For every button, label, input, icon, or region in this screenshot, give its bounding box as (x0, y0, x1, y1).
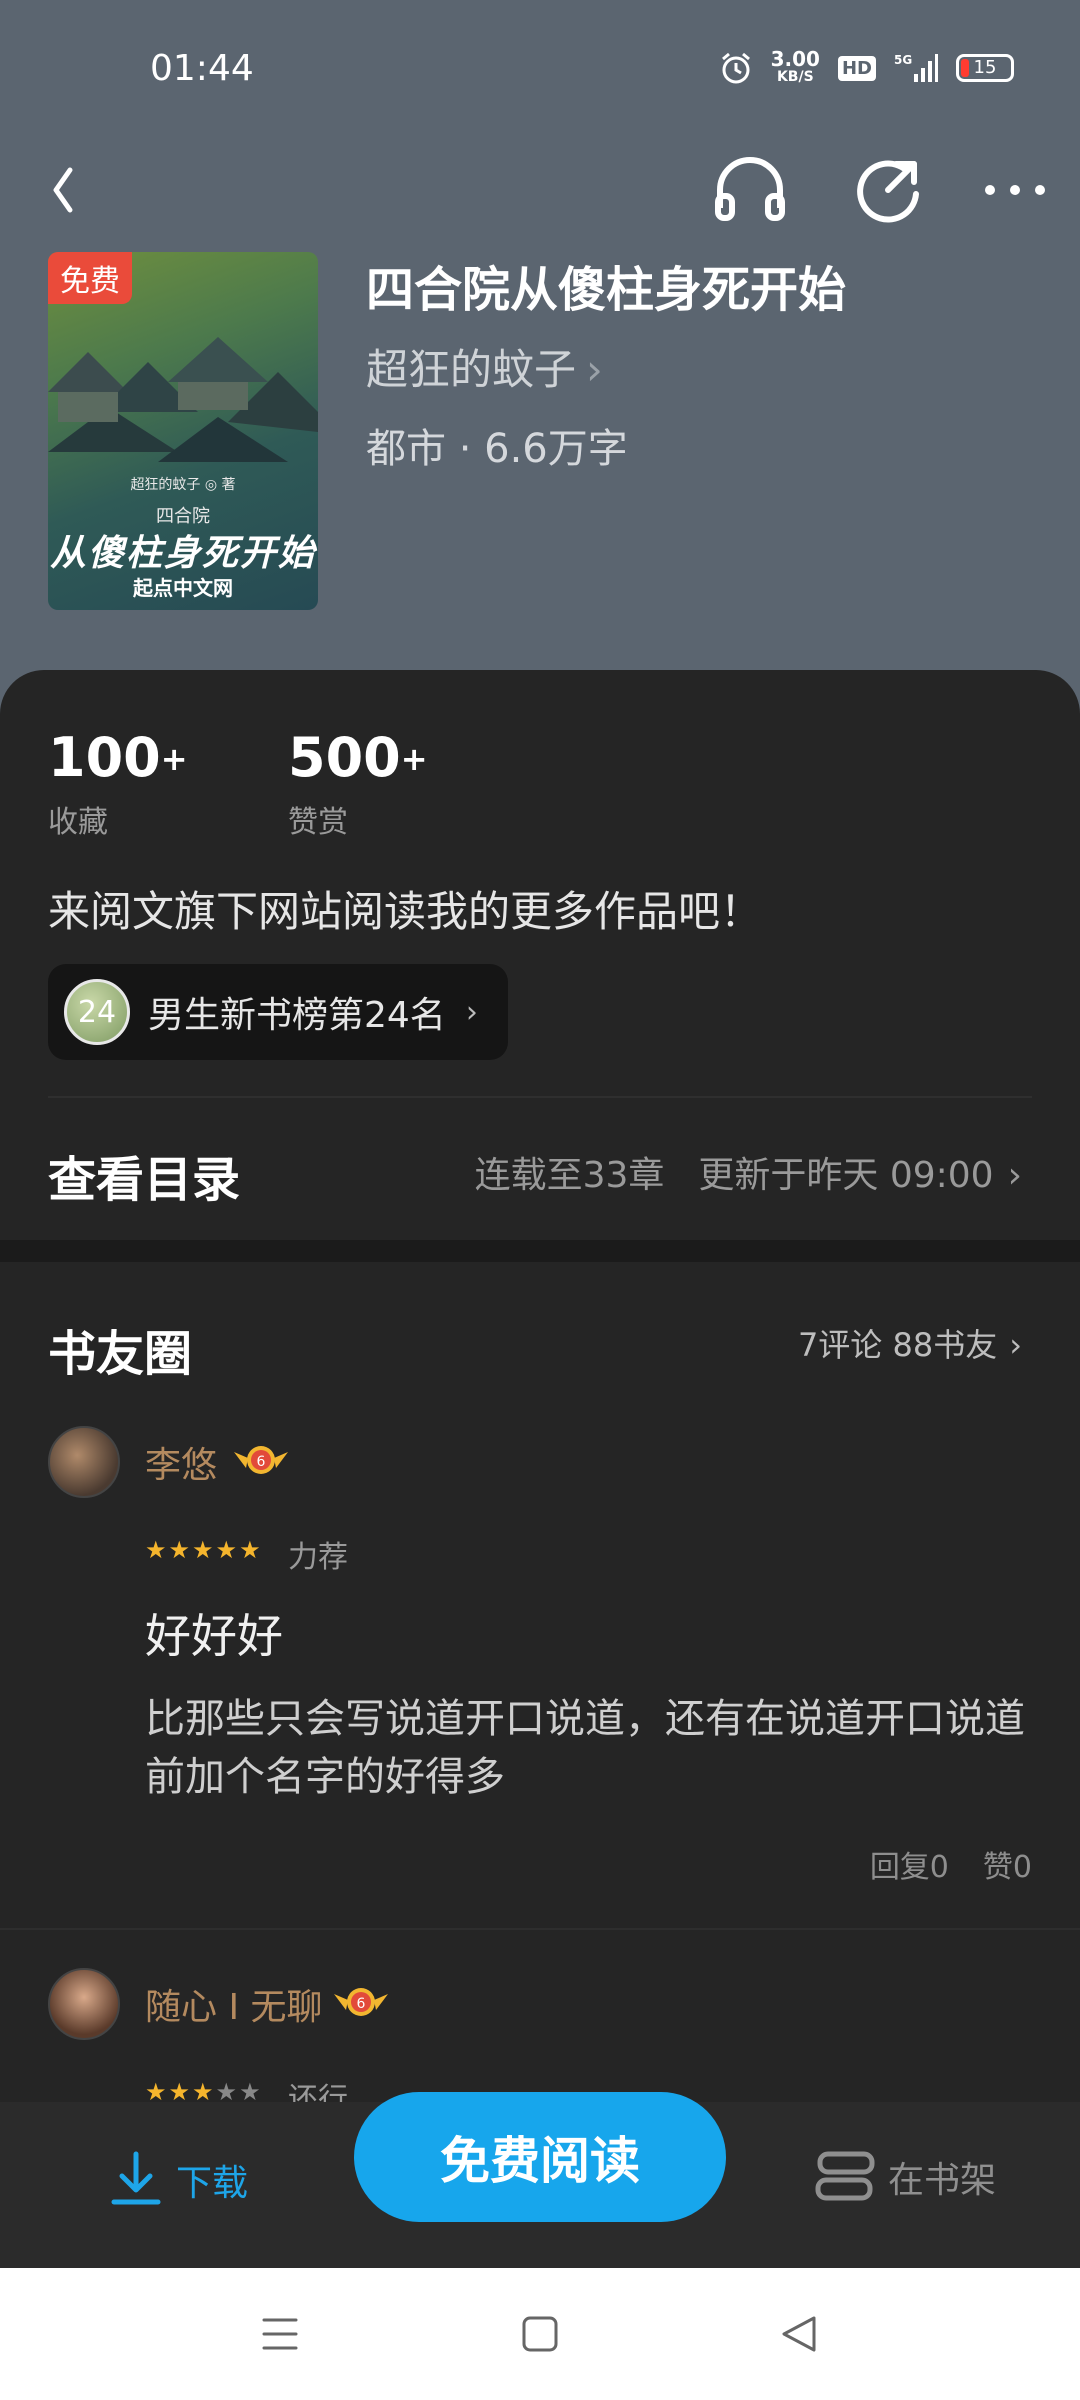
avatar[interactable] (48, 1426, 120, 1498)
toc-info[interactable]: 连载至33章 更新于昨天 09:00 › (441, 1146, 1022, 1198)
author-link[interactable]: 超狂的蚊子 › (366, 336, 603, 397)
level-badge-icon: 6 (234, 1446, 288, 1474)
bottom-action-bar: 下载 免费阅读 在书架 (0, 2092, 1080, 2268)
hd-icon: HD (837, 55, 876, 81)
bookshelf-button[interactable]: 在书架 (814, 2150, 996, 2204)
menu-icon[interactable] (250, 2308, 310, 2360)
reply-button[interactable]: 回复0 (870, 1850, 949, 1885)
network-speed: 3.00 KB/S (770, 47, 820, 85)
book-meta: 都市 · 6.6万字 (366, 426, 628, 472)
chevron-right-icon: › (465, 994, 478, 1030)
avatar[interactable] (48, 1968, 120, 2040)
circle-title: 书友圈 (48, 1326, 193, 1382)
more-icon[interactable] (980, 150, 1050, 230)
stat-rewards: 500+ 赞赏 (288, 726, 428, 840)
back-arrow-icon[interactable] (48, 150, 108, 230)
free-read-button[interactable]: 免费阅读 (354, 2092, 726, 2222)
toc-title[interactable]: 查看目录 (48, 1140, 240, 1210)
cover-art-roofs (48, 337, 318, 462)
comment-username[interactable]: 随心 I 无聊 (145, 1978, 323, 2030)
free-tag: 免费 (48, 252, 132, 304)
rank-pill[interactable]: 24 男生新书榜第24名 › (48, 964, 508, 1060)
bookshelf-icon (815, 2151, 875, 2201)
divider (48, 1096, 1032, 1098)
svg-text:5G: 5G (894, 53, 912, 67)
promo-text: 来阅文旗下网站阅读我的更多作品吧！ (48, 887, 763, 936)
comment-body[interactable]: 比那些只会写说道开口说道，还有在说道开口说道前加个名字的好得多 (145, 1690, 1025, 1806)
download-icon (111, 2151, 161, 2205)
home-icon[interactable] (510, 2308, 570, 2360)
circle-info[interactable]: 7评论 88书友 › (798, 1320, 1022, 1366)
comment-actions: 回复0 赞0 (836, 1842, 1032, 1886)
cover-publisher: 起点中文网 (133, 576, 233, 600)
chevron-right-icon: › (586, 345, 603, 394)
divider (0, 1928, 1080, 1930)
stat-favorites: 100+ 收藏 (48, 726, 188, 840)
cover-title: 从傻柱身死开始 (49, 533, 316, 574)
book-cover[interactable]: 免费 超狂的蚊子 ◎ 著 四合院 从傻柱身死开始 起点中文网 (48, 252, 318, 610)
alarm-icon (721, 52, 750, 84)
book-title: 四合院从傻柱身死开始 (366, 262, 847, 318)
like-button[interactable]: 赞0 (983, 1850, 1032, 1885)
author-name: 超狂的蚊子 (366, 345, 577, 394)
share-icon[interactable] (848, 150, 928, 230)
rating-text: 力荐 (288, 1540, 348, 1575)
comment-username[interactable]: 李悠 (145, 1436, 217, 1488)
headphones-icon[interactable] (710, 150, 790, 230)
cover-author: 超狂的蚊子 ◎ 著 (130, 477, 236, 493)
status-bar: 01:44 3.00 KB/S HD 5G 15 (0, 0, 1080, 140)
detail-panel: 100+ 收藏 500+ 赞赏 来阅文旗下网站阅读我的更多作品吧！ 24 男生新… (0, 670, 1080, 2270)
download-button[interactable]: 下载 (110, 2150, 248, 2210)
comment-title[interactable]: 好好好 (145, 1600, 283, 1666)
rank-badge: 24 (64, 979, 130, 1045)
signal-icon: 5G (894, 53, 938, 82)
top-nav (0, 140, 1080, 240)
level-badge-icon: 6 (334, 1988, 388, 2016)
svg-text:6: 6 (257, 1454, 266, 1470)
clock: 01:44 (150, 48, 254, 89)
chevron-right-icon: › (1007, 1155, 1022, 1196)
toc-updated: 更新于昨天 09:00 (698, 1155, 994, 1196)
system-nav-bar (0, 2268, 1080, 2400)
rating-stars: ★★★★★ (145, 1536, 263, 1564)
svg-text:6: 6 (357, 1996, 366, 2012)
toc-serial: 连载至33章 (474, 1155, 665, 1196)
rank-text: 男生新书榜第24名 (148, 995, 446, 1036)
chevron-right-icon: › (1009, 1326, 1022, 1364)
section-gap (0, 1240, 1080, 1262)
back-triangle-icon[interactable] (770, 2308, 830, 2360)
battery-icon: 15 (956, 54, 1014, 82)
